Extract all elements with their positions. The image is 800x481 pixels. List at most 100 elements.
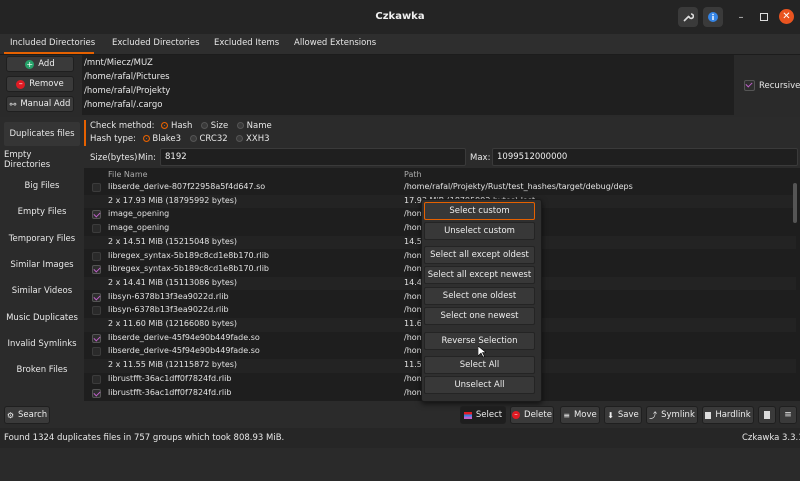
remove-label: Remove [29, 79, 64, 89]
sidebar-item-similar-images[interactable]: Similar Images [4, 253, 80, 277]
radio-name-label: Name [246, 121, 272, 131]
delete-button[interactable]: – Delete [510, 406, 554, 424]
link-icon: ⚯ [9, 99, 17, 109]
row-checkbox[interactable] [92, 183, 101, 192]
menu-button[interactable]: ≡ [779, 406, 797, 424]
hardlink-icon [705, 411, 712, 419]
title-bar: Czkawka – ✕ [0, 0, 800, 35]
column-header-file-name[interactable]: File Name [108, 170, 148, 179]
add-directory-button[interactable]: + Add [6, 56, 74, 72]
hardlink-button[interactable]: Hardlink [702, 406, 754, 424]
min-label: Min: [138, 153, 156, 163]
save-icon: ⬇ [607, 410, 614, 420]
notebook-tabs: Included Directories Excluded Directorie… [0, 34, 800, 55]
directory-item[interactable]: /home/rafal/Pictures [84, 72, 170, 82]
sidebar-item-empty-directories[interactable]: Empty Directories [4, 148, 80, 172]
save-label: Save [617, 410, 639, 420]
popup-item-select-one-oldest[interactable]: Select one oldest [424, 287, 535, 305]
select-icon [463, 411, 472, 419]
radio-crc32[interactable] [189, 135, 197, 142]
sidebar-item-music-duplicates[interactable]: Music Duplicates [4, 306, 80, 330]
row-checkbox[interactable] [92, 251, 101, 261]
check-method-label: Check method: [90, 121, 155, 131]
popup-item-unselect-custom[interactable]: Unselect custom [424, 222, 535, 240]
popup-item-select-all-except-newest[interactable]: Select all except newest [424, 266, 535, 284]
tab-included-directories[interactable]: Included Directories [10, 38, 95, 52]
sidebar-item-duplicates[interactable]: Duplicates files [4, 122, 80, 146]
file-name-cell: libregex_syntax-5b189c8cd1e8b170.rlib [108, 264, 269, 274]
symlink-button[interactable]: ⤴ Symlink [646, 406, 698, 424]
file-name-cell: 2 x 17.93 MiB (18795992 bytes) [108, 195, 238, 205]
popup-item-select-all[interactable]: Select All [424, 356, 535, 374]
row-checkbox[interactable] [92, 306, 101, 316]
file-name-cell: libserde_derive-807f22958a5f4d647.so [108, 182, 266, 191]
maximize-icon [760, 13, 768, 21]
about-button[interactable] [703, 7, 723, 27]
table-row[interactable]: libserde_derive-807f22958a5f4d647.so/hom… [84, 181, 796, 195]
sidebar-item-invalid-symlinks[interactable]: Invalid Symlinks [4, 332, 80, 356]
check-method-row: Check method: Hash Size Name [90, 121, 272, 131]
min-size-input[interactable]: 8192 [160, 148, 466, 166]
popup-item-select-one-newest[interactable]: Select one newest [424, 307, 535, 325]
sidebar-item-big-files[interactable]: Big Files [4, 174, 80, 198]
radio-size[interactable] [201, 122, 209, 129]
file-name-cell: libserde_derive-45f94e90b449fade.so [108, 346, 260, 356]
sidebar-item-temporary-files[interactable]: Temporary Files [4, 227, 80, 251]
hash-type-row: Hash type: Blake3 CRC32 XXH3 [90, 134, 270, 144]
row-checkbox-checked[interactable] [92, 333, 101, 343]
hardlink-label: Hardlink [715, 410, 751, 420]
search-button[interactable]: ⚙ Search [4, 406, 50, 424]
table-scrollbar[interactable] [793, 183, 797, 223]
row-checkbox-checked[interactable] [92, 210, 101, 220]
file-name-cell: 2 x 14.51 MiB (15215048 bytes) [108, 236, 238, 246]
delete-icon: – [512, 411, 521, 419]
max-size-input[interactable]: 1099512000000 [492, 148, 798, 166]
footer-area [0, 448, 800, 481]
tab-allowed-extensions[interactable]: Allowed Extensions [294, 38, 376, 52]
directory-item[interactable]: /home/rafal/Projekty [84, 86, 170, 96]
sidebar-item-empty-files[interactable]: Empty Files [4, 200, 80, 224]
save-button[interactable]: ⬇ Save [604, 406, 642, 424]
maximize-button[interactable] [756, 9, 772, 25]
tab-excluded-directories[interactable]: Excluded Directories [112, 38, 200, 52]
move-button[interactable]: ≡ Move [560, 406, 600, 424]
search-icon: ⚙ [6, 410, 14, 420]
row-checkbox[interactable] [92, 374, 101, 384]
tab-excluded-items[interactable]: Excluded Items [214, 38, 279, 52]
file-name-cell: image_opening [108, 223, 170, 233]
column-header-path[interactable]: Path [404, 170, 422, 179]
row-checkbox-checked[interactable] [92, 388, 101, 398]
document-button[interactable] [758, 406, 776, 424]
remove-directory-button[interactable]: – Remove [6, 76, 74, 92]
file-name-cell: libsyn-6378b13f3ea9022d.rlib [108, 305, 229, 315]
row-checkbox-checked[interactable] [92, 292, 101, 302]
popup-item-select-all-except-oldest[interactable]: Select all except oldest [424, 246, 535, 264]
directory-item[interactable]: /mnt/Miecz/MUZ [84, 58, 153, 68]
row-checkbox[interactable] [92, 347, 101, 357]
radio-name[interactable] [236, 122, 244, 129]
row-checkbox-checked[interactable] [92, 265, 101, 275]
radio-hash[interactable] [161, 122, 169, 129]
popup-item-select-custom[interactable]: Select custom [424, 202, 535, 220]
radio-xxh3[interactable] [236, 135, 244, 142]
select-button[interactable]: Select [460, 406, 506, 424]
radio-blake3[interactable] [142, 135, 150, 142]
file-name-cell: librustfft-36ac1dff0f7824fd.rlib [108, 373, 232, 383]
file-name-cell: librustfft-36ac1dff0f7824fd.rlib [108, 387, 232, 397]
recursive-checkbox[interactable]: Recursive [744, 80, 800, 91]
document-icon [764, 411, 770, 419]
manual-add-button[interactable]: ⚯ Manual Add [6, 96, 74, 112]
row-checkbox[interactable] [92, 224, 101, 234]
file-name-cell: 2 x 11.60 MiB (12166080 bytes) [108, 319, 238, 328]
directory-list[interactable] [82, 55, 734, 115]
settings-wrench-button[interactable] [678, 7, 698, 27]
directory-item[interactable]: /home/rafal/.cargo [84, 100, 162, 110]
add-label: Add [38, 59, 55, 69]
symlink-icon: ⤴ [649, 410, 658, 420]
minimize-button[interactable]: – [733, 9, 749, 25]
sidebar-item-broken-files[interactable]: Broken Files [4, 358, 80, 382]
popup-item-unselect-all[interactable]: Unselect All [424, 376, 535, 394]
sidebar-item-similar-videos[interactable]: Similar Videos [4, 279, 80, 303]
wrench-icon [683, 13, 694, 22]
close-button[interactable]: ✕ [779, 9, 794, 24]
